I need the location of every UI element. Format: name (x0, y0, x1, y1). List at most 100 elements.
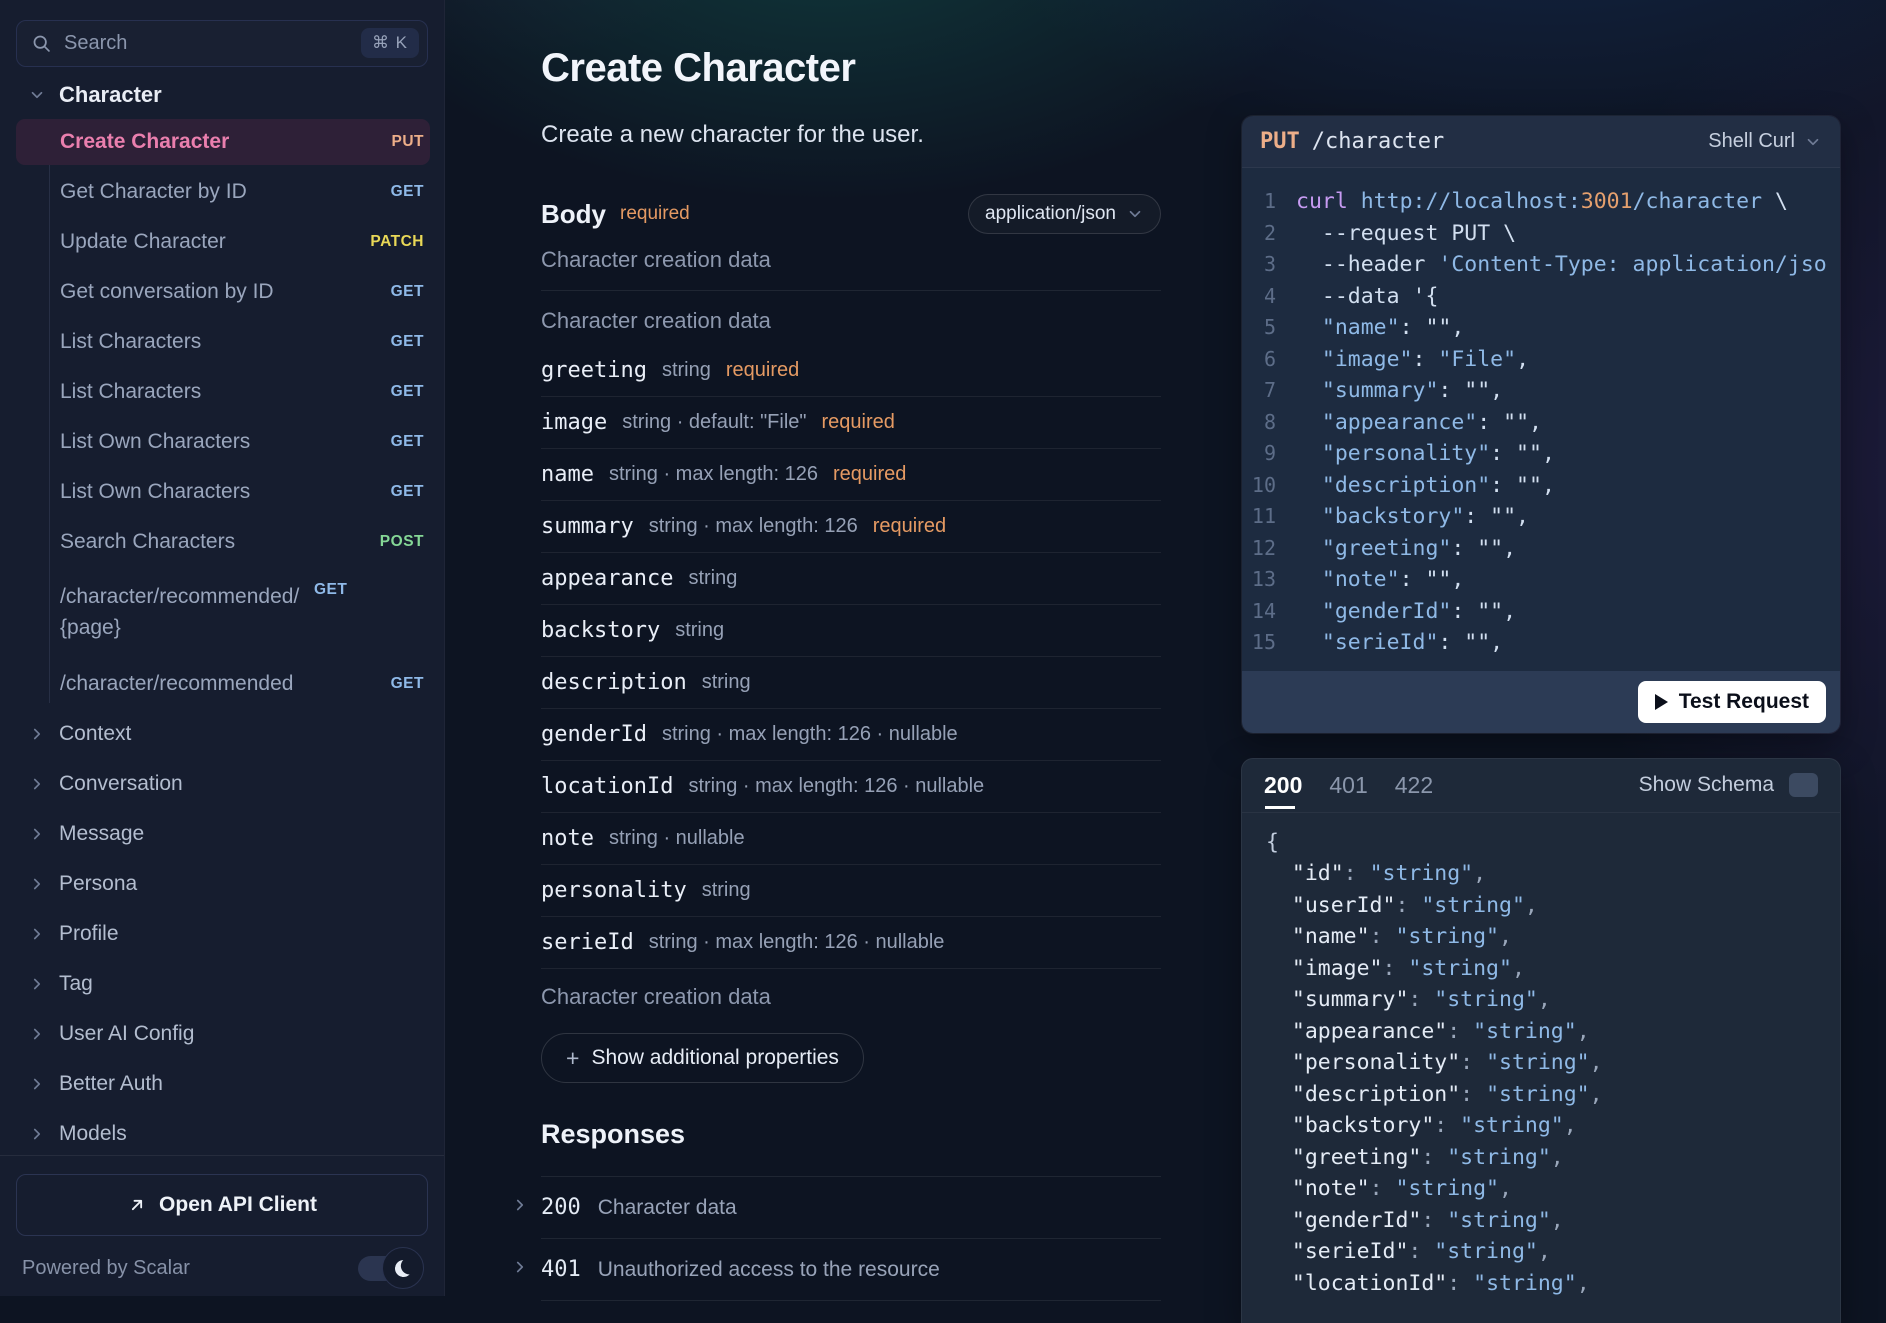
schema-field-row[interactable]: summarystring · max length: 126required (541, 501, 1161, 553)
method-badge: GET (391, 433, 424, 451)
group-label: User AI Config (59, 1022, 194, 1046)
schema-field-row[interactable]: notestring · nullable (541, 813, 1161, 865)
field-name: locationId (541, 774, 673, 799)
code-text: "description": "", (1296, 470, 1840, 502)
response-code: 200 (541, 1195, 581, 1220)
schema-field-row[interactable]: locationIdstring · max length: 126 · nul… (541, 761, 1161, 813)
field-required-flag: required (873, 515, 946, 538)
sidebar-group[interactable]: Tag (0, 959, 444, 1009)
code-line: 15 "serieId": "", (1242, 627, 1840, 659)
schema-field-row[interactable]: greetingstringrequired (541, 345, 1161, 397)
sidebar-group[interactable]: Models (0, 1109, 444, 1155)
sidebar-item[interactable]: Get conversation by IDGET (0, 267, 444, 317)
field-name: description (541, 670, 687, 695)
sidebar-group[interactable]: Context (0, 709, 444, 759)
show-additional-properties-button[interactable]: + Show additional properties (541, 1033, 864, 1083)
endpoint-label: Get Character by ID (60, 180, 379, 204)
chevron-right-icon (28, 925, 46, 943)
method-badge: GET (391, 483, 424, 501)
schema-field-row[interactable]: imagestring · default: "File"required (541, 397, 1161, 449)
field-meta: string (662, 359, 711, 382)
endpoint-label: Create Character (60, 130, 380, 154)
code-line: 9 "personality": "", (1242, 438, 1840, 470)
field-name: greeting (541, 358, 647, 383)
main-column: Create Character Create a new character … (541, 0, 1161, 1296)
field-required-flag: required (833, 463, 906, 486)
code-text: "note": "", (1296, 564, 1840, 596)
show-schema-checkbox[interactable] (1789, 773, 1818, 797)
response-tab-401[interactable]: 401 (1329, 760, 1367, 811)
endpoint-label: List Own Characters (60, 480, 379, 504)
sidebar-group[interactable]: Better Auth (0, 1059, 444, 1109)
response-example-card: 200401422 Show Schema { "id": "string", … (1241, 758, 1841, 1323)
method-badge: GET (391, 183, 424, 201)
schema-field-row[interactable]: appearancestring (541, 553, 1161, 605)
response-tab-422[interactable]: 422 (1395, 760, 1433, 811)
sidebar-item[interactable]: /character/recommended/{page}GET (0, 567, 444, 659)
group-label: Character (59, 82, 162, 108)
sidebar-group[interactable]: User AI Config (0, 1009, 444, 1059)
field-name: serieId (541, 930, 634, 955)
sidebar-group[interactable]: Conversation (0, 759, 444, 809)
chevron-right-icon (511, 1196, 529, 1219)
test-request-button[interactable]: Test Request (1638, 681, 1826, 723)
sidebar-item[interactable]: List CharactersGET (0, 317, 444, 367)
group-label: Persona (59, 872, 137, 896)
language-select[interactable]: Shell Curl (1708, 130, 1822, 153)
schema-field-row[interactable]: descriptionstring (541, 657, 1161, 709)
search-input[interactable]: Search ⌘ K (16, 20, 428, 67)
schema-field-row[interactable]: backstorystring (541, 605, 1161, 657)
schema-field-row[interactable]: serieIdstring · max length: 126 · nullab… (541, 917, 1161, 969)
code-line: 1curl http://localhost:3001/character \ (1242, 186, 1840, 218)
schema-field-row[interactable]: genderIdstring · max length: 126 · nulla… (541, 709, 1161, 761)
field-meta: string (675, 619, 724, 642)
chevron-down-icon (28, 86, 46, 104)
toggle-knob (382, 1247, 424, 1289)
response-tab-200[interactable]: 200 (1264, 760, 1302, 811)
sidebar-item[interactable]: Update CharacterPATCH (0, 217, 444, 267)
code-text: "appearance": "", (1296, 407, 1840, 439)
json-line: "genderId": "string", (1266, 1205, 1816, 1237)
sidebar-group[interactable]: Message (0, 809, 444, 859)
chevron-right-icon (28, 975, 46, 993)
code-text: --header 'Content-Type: application/jso (1296, 249, 1840, 281)
search-placeholder: Search (64, 32, 349, 55)
sidebar-group[interactable]: Profile (0, 909, 444, 959)
open-api-client-button[interactable]: Open API Client (16, 1174, 428, 1236)
sidebar-group-character[interactable]: Character (0, 73, 444, 117)
schema-field-row[interactable]: personalitystring (541, 865, 1161, 917)
chevron-right-icon (28, 1075, 46, 1093)
dark-mode-toggle[interactable] (358, 1254, 424, 1282)
line-number: 11 (1242, 501, 1296, 533)
response-row[interactable]: 200Character data (541, 1177, 1161, 1239)
group-label: Profile (59, 922, 119, 946)
body-label: Body (541, 199, 606, 230)
body-section-header: Body required application/json (541, 196, 1161, 232)
response-row[interactable]: 401Unauthorized access to the resource (541, 1239, 1161, 1301)
schema-field-row[interactable]: namestring · max length: 126required (541, 449, 1161, 501)
code-text: --request PUT \ (1296, 218, 1840, 250)
sidebar-item[interactable]: /character/recommendedGET (0, 659, 444, 709)
sidebar-item[interactable]: Create CharacterPUT (0, 117, 444, 167)
content-type-select[interactable]: application/json (968, 194, 1161, 234)
field-required-flag: required (822, 411, 895, 434)
sidebar-item[interactable]: List Own Characters GET (0, 467, 444, 517)
chevron-right-icon (28, 1025, 46, 1043)
json-line: "appearance": "string", (1266, 1016, 1816, 1048)
code-line: 11 "backstory": "", (1242, 501, 1840, 533)
method-badge: POST (380, 533, 424, 551)
sidebar-item[interactable]: List Own CharactersGET (0, 417, 444, 467)
json-line: "name": "string", (1266, 921, 1816, 953)
field-meta: string · max length: 126 (609, 463, 818, 486)
field-meta: string (688, 567, 737, 590)
chevron-down-icon (1126, 205, 1144, 223)
sidebar-group[interactable]: Persona (0, 859, 444, 909)
sidebar-item[interactable]: Search CharactersPOST (0, 517, 444, 567)
sidebar-item[interactable]: Get Character by ID GET (0, 167, 444, 217)
plus-icon: + (566, 1047, 579, 1070)
sidebar-item[interactable]: List CharactersGET (0, 367, 444, 417)
field-meta: string (702, 879, 751, 902)
sidebar-groups: ContextConversationMessage Persona Profile… (0, 709, 444, 1155)
json-line: "id": "string", (1266, 858, 1816, 890)
field-name: summary (541, 514, 634, 539)
